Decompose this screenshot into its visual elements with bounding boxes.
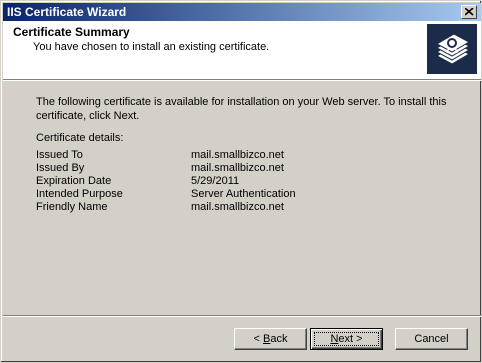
intro-text: The following certificate is available f… [36, 96, 447, 122]
detail-value: mail.smallbizco.net [191, 201, 284, 213]
window-title: IIS Certificate Wizard [7, 5, 127, 19]
detail-key: Expiration Date [36, 175, 112, 187]
page-subtitle: You have chosen to install an existing c… [33, 41, 270, 53]
detail-row-issued-to: Issued To mail.smallbizco.net [36, 149, 436, 162]
header-separator [3, 79, 481, 81]
detail-key: Issued By [36, 162, 85, 174]
back-button[interactable]: < Back [234, 328, 307, 350]
wizard-header: Certificate Summary You have chosen to i… [3, 21, 481, 79]
close-button[interactable] [461, 5, 477, 19]
detail-key: Intended Purpose [36, 188, 123, 200]
footer-separator [3, 315, 481, 317]
back-rest: ack [270, 333, 288, 345]
detail-value: mail.smallbizco.net [191, 149, 284, 161]
certificate-wizard-logo-icon [427, 24, 477, 74]
detail-key: Issued To [36, 149, 83, 161]
page-title: Certificate Summary [13, 25, 130, 39]
detail-row-friendly-name: Friendly Name mail.smallbizco.net [36, 201, 436, 214]
detail-value: mail.smallbizco.net [191, 162, 284, 174]
cancel-button[interactable]: Cancel [395, 328, 468, 350]
detail-row-intended-purpose: Intended Purpose Server Authentication [36, 188, 436, 201]
back-prefix: < [253, 333, 263, 345]
wizard-window: IIS Certificate Wizard Certificate Summa… [0, 0, 482, 363]
detail-value: 5/29/2011 [191, 175, 240, 187]
detail-row-expiration-date: Expiration Date 5/29/2011 [36, 175, 436, 188]
close-icon [465, 8, 474, 16]
details-label: Certificate details: [36, 132, 124, 144]
title-bar[interactable]: IIS Certificate Wizard [3, 3, 481, 21]
certificate-details: Issued To mail.smallbizco.net Issued By … [36, 149, 436, 214]
detail-key: Friendly Name [36, 201, 108, 213]
next-button[interactable]: Next > [310, 328, 383, 350]
focus-rect [314, 332, 379, 346]
detail-value: Server Authentication [191, 188, 296, 200]
detail-row-issued-by: Issued By mail.smallbizco.net [36, 162, 436, 175]
